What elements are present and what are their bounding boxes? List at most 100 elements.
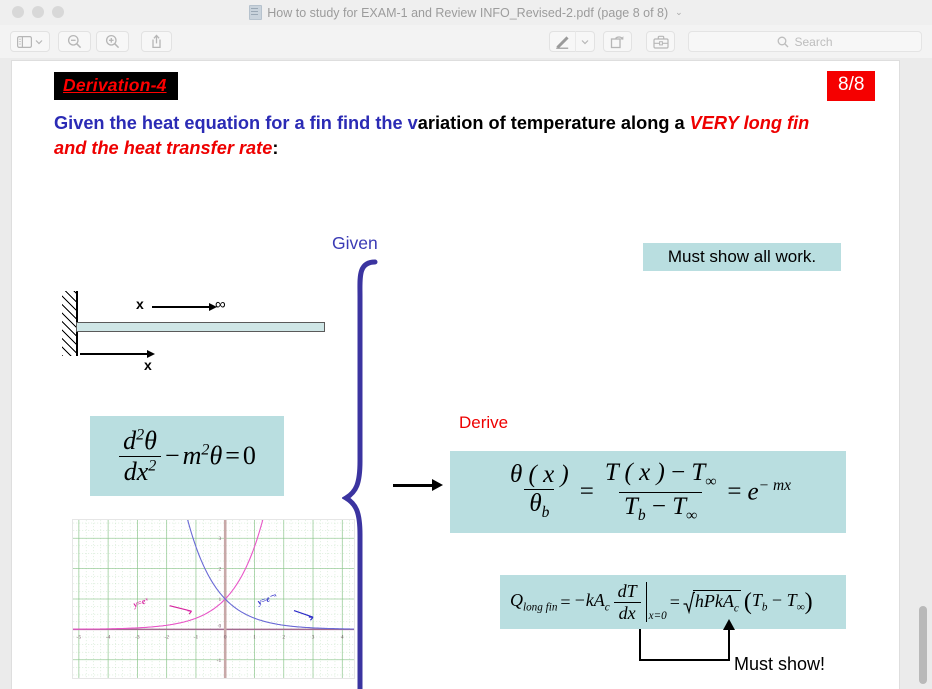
evaluated-at-bar: x=0 <box>645 582 667 622</box>
fin-label-infinity: ∞ <box>215 296 226 313</box>
svg-text:y=eˣ: y=eˣ <box>131 595 150 610</box>
svg-text:-3: -3 <box>135 634 140 640</box>
res-T-b-sub: b <box>637 506 646 524</box>
second-derivative-fraction: d2θ dx2 <box>118 427 162 485</box>
exponential-functions-chart: -5 -4 -3 -2 -1 0 1 2 3 4 -1 1 2 3 0 y=eˣ y=e⁻ˣ <box>72 519 355 679</box>
res-exponent: − mx <box>758 477 792 495</box>
share-button[interactable] <box>141 31 172 52</box>
svg-text:-5: -5 <box>77 634 82 640</box>
svg-text:-1: -1 <box>217 658 222 664</box>
res-theta-x: θ ( x ) <box>509 461 569 489</box>
scrollbar-thumb[interactable] <box>919 606 927 684</box>
heat-Tb: T <box>751 590 762 611</box>
maximize-window-button[interactable] <box>52 6 64 18</box>
svg-text:3: 3 <box>218 536 221 542</box>
pdf-document-icon <box>249 5 263 20</box>
sidebar-icon <box>17 35 32 48</box>
svg-text:y=e⁻ˣ: y=e⁻ˣ <box>255 591 278 608</box>
res-equals-1: = <box>579 478 594 505</box>
ode-num-theta: θ <box>144 426 157 456</box>
window-title: How to study for EXAM-1 and Review INFO_… <box>267 5 669 20</box>
governing-equation-box: d2θ dx2 − m2θ = 0 <box>90 416 284 496</box>
chevron-down-icon[interactable]: ⌄ <box>675 7 683 18</box>
markup-options-button[interactable] <box>575 31 595 52</box>
vertical-scrollbar[interactable] <box>916 58 930 689</box>
heat-sqrt-arg: hPkA <box>694 590 734 611</box>
res-T-x: T ( x ) <box>604 459 665 487</box>
zoom-in-button[interactable] <box>96 31 129 52</box>
heat-rate-equation-box: Qlong fin = −kAc dT dx x=0 = hPkAc (Tb … <box>500 575 846 629</box>
temperature-ratio-fraction: T ( x ) − T∞ Tb − T∞ <box>600 460 722 524</box>
must-show-arrow-icon <box>723 619 735 630</box>
temperature-distribution-equation: θ ( x ) θb = T ( x ) − T∞ Tb − T∞ = e− m… <box>505 460 791 524</box>
toolbar: Search <box>0 25 932 59</box>
heat-Q-sub: long fin <box>523 601 558 614</box>
x-axis-arrow <box>80 350 155 358</box>
preview-window: How to study for EXAM-1 and Review INFO_… <box>0 0 932 689</box>
ode-den-dx: dx <box>123 456 149 486</box>
res-T-inf2-sub: ∞ <box>686 506 698 524</box>
must-show-label: Must show! <box>734 654 826 674</box>
res-e: e <box>747 478 759 506</box>
implies-arrow <box>393 479 443 491</box>
svg-text:0: 0 <box>218 623 221 629</box>
sidebar-toggle-button[interactable] <box>10 31 50 52</box>
chevron-down-icon <box>581 39 589 44</box>
rotate-button[interactable] <box>603 31 632 52</box>
theta-ratio-fraction: θ ( x ) θb <box>505 462 574 522</box>
close-window-button[interactable] <box>12 6 24 18</box>
heat-rate-equation: Qlong fin = −kAc dT dx x=0 = hPkAc (Tb … <box>510 581 813 623</box>
search-icon <box>778 36 789 47</box>
grouping-brace <box>341 256 390 689</box>
curly-brace-icon <box>341 259 378 689</box>
document-scroll-area[interactable]: Derivation-4 8/8 Given the heat equation… <box>0 58 932 689</box>
sqrt-group: hPkAc <box>683 589 741 614</box>
heat-equals-1: = <box>560 591 571 612</box>
must-show-connector-bracket <box>639 629 730 661</box>
slide-page-number-badge: 8/8 <box>827 71 876 101</box>
toolbox-icon <box>652 35 669 49</box>
heat-Q: Q <box>510 590 523 611</box>
tools-button[interactable] <box>646 31 675 52</box>
ode-equals: = <box>225 441 240 470</box>
search-field[interactable]: Search <box>688 31 922 52</box>
prompt-part5: : <box>272 138 279 158</box>
ode-zero: 0 <box>242 441 256 470</box>
window-titlebar: How to study for EXAM-1 and Review INFO_… <box>0 0 932 26</box>
ode-m: m <box>182 441 202 470</box>
svg-text:2: 2 <box>282 634 285 640</box>
ode-minus: − <box>164 441 180 470</box>
ode-num-d: d <box>123 426 137 456</box>
svg-text:0: 0 <box>224 634 227 640</box>
svg-text:1: 1 <box>218 597 221 603</box>
res-T-inf2: T <box>672 492 687 520</box>
chart-canvas: -5 -4 -3 -2 -1 0 1 2 3 4-11230y=eˣ y=e⁻ˣ <box>73 520 354 678</box>
prompt-part3: ariation of temperature along a <box>417 113 690 133</box>
res-T-inf-sub: ∞ <box>705 473 717 491</box>
res-equals-2: = <box>727 478 742 505</box>
zoom-out-button[interactable] <box>58 31 91 52</box>
res-theta-b: θ <box>529 490 542 518</box>
ode-num-sup: 2 <box>136 426 145 444</box>
heat-kA-sub: c <box>604 601 610 614</box>
heat-minus: − <box>771 590 783 611</box>
fin-bar <box>76 322 325 332</box>
heat-neg-kA: −kA <box>573 590 605 611</box>
ode-theta: θ <box>209 441 223 470</box>
svg-text:-4: -4 <box>106 634 111 640</box>
minimize-window-button[interactable] <box>32 6 44 18</box>
heat-Tinf-sub: ∞ <box>796 601 805 614</box>
markup-toolbar-button[interactable] <box>549 31 575 52</box>
fin-schematic-diagram: x ∞ x <box>52 283 342 373</box>
share-icon <box>152 34 161 49</box>
fin-label-x-top: x <box>136 296 144 312</box>
slide-content: Derivation-4 8/8 Given the heat equation… <box>12 61 899 689</box>
pdf-page: Derivation-4 8/8 Given the heat equation… <box>11 60 900 689</box>
pen-markup-icon <box>556 35 569 49</box>
svg-text:1: 1 <box>253 634 256 640</box>
heat-equals-2: = <box>669 591 680 612</box>
svg-text:-1: -1 <box>194 634 199 640</box>
heat-eval-at: x=0 <box>648 610 667 622</box>
must-show-all-work-callout: Must show all work. <box>643 243 841 271</box>
x-to-infinity-arrow <box>152 303 217 311</box>
